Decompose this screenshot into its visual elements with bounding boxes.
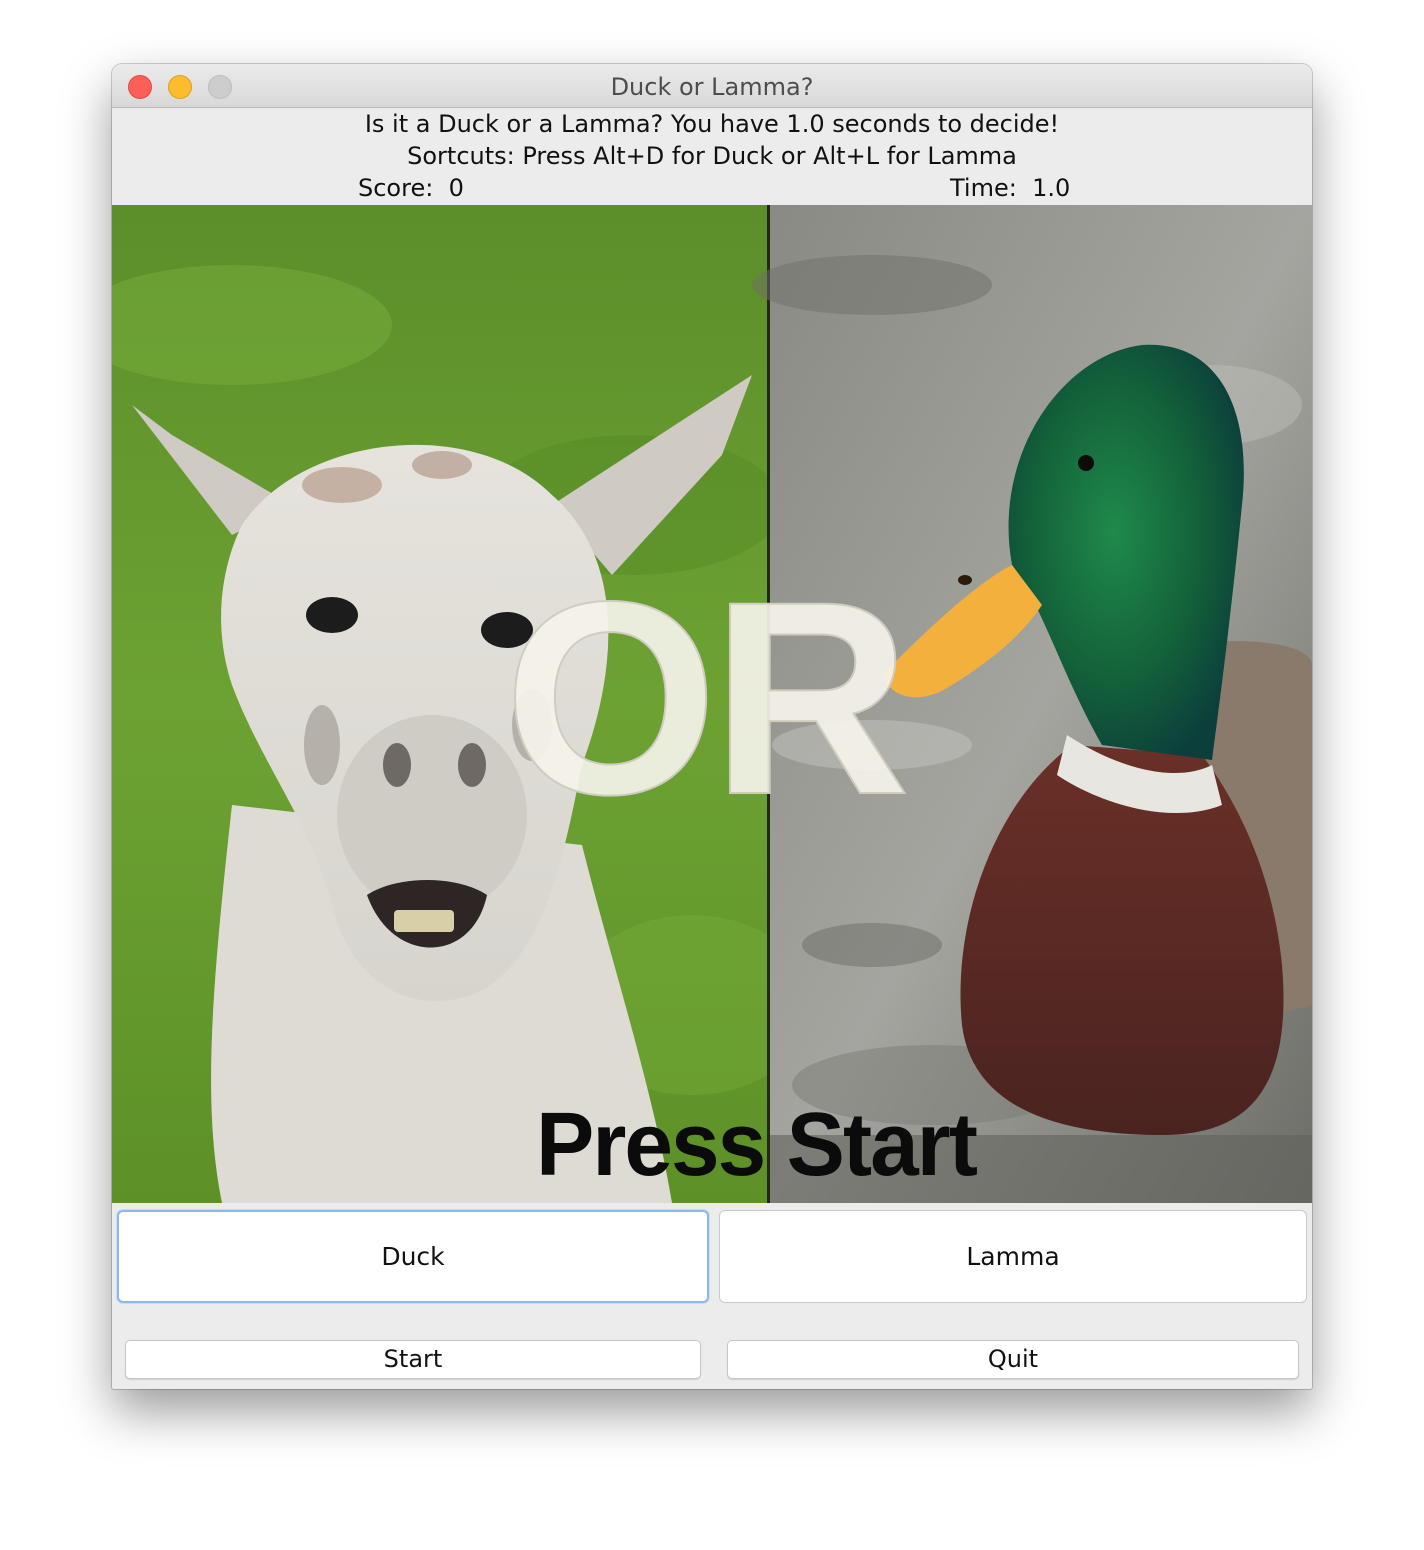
app-window: Duck or Lamma? Is it a Duck or a Lamma? … <box>112 64 1312 1389</box>
game-image-canvas: OR Press Start <box>112 205 1312 1203</box>
lamma-button[interactable]: Lamma <box>719 1210 1307 1303</box>
quit-button[interactable]: Quit <box>727 1340 1299 1379</box>
title-bar[interactable]: Duck or Lamma? <box>112 64 1312 108</box>
start-button[interactable]: Start <box>125 1340 701 1379</box>
shortcuts-text: Sortcuts: Press Alt+D for Duck or Alt+L … <box>407 142 1017 170</box>
prompt-text: Is it a Duck or a Lamma? You have 1.0 se… <box>364 110 1060 138</box>
or-overlay: OR <box>504 545 905 852</box>
score-label: Score: 0 <box>358 174 464 202</box>
time-label: Time: 1.0 <box>950 174 1071 202</box>
duck-button[interactable]: Duck <box>117 1210 709 1303</box>
press-start-overlay: Press Start <box>536 1095 977 1195</box>
window-title: Duck or Lamma? <box>610 73 814 101</box>
